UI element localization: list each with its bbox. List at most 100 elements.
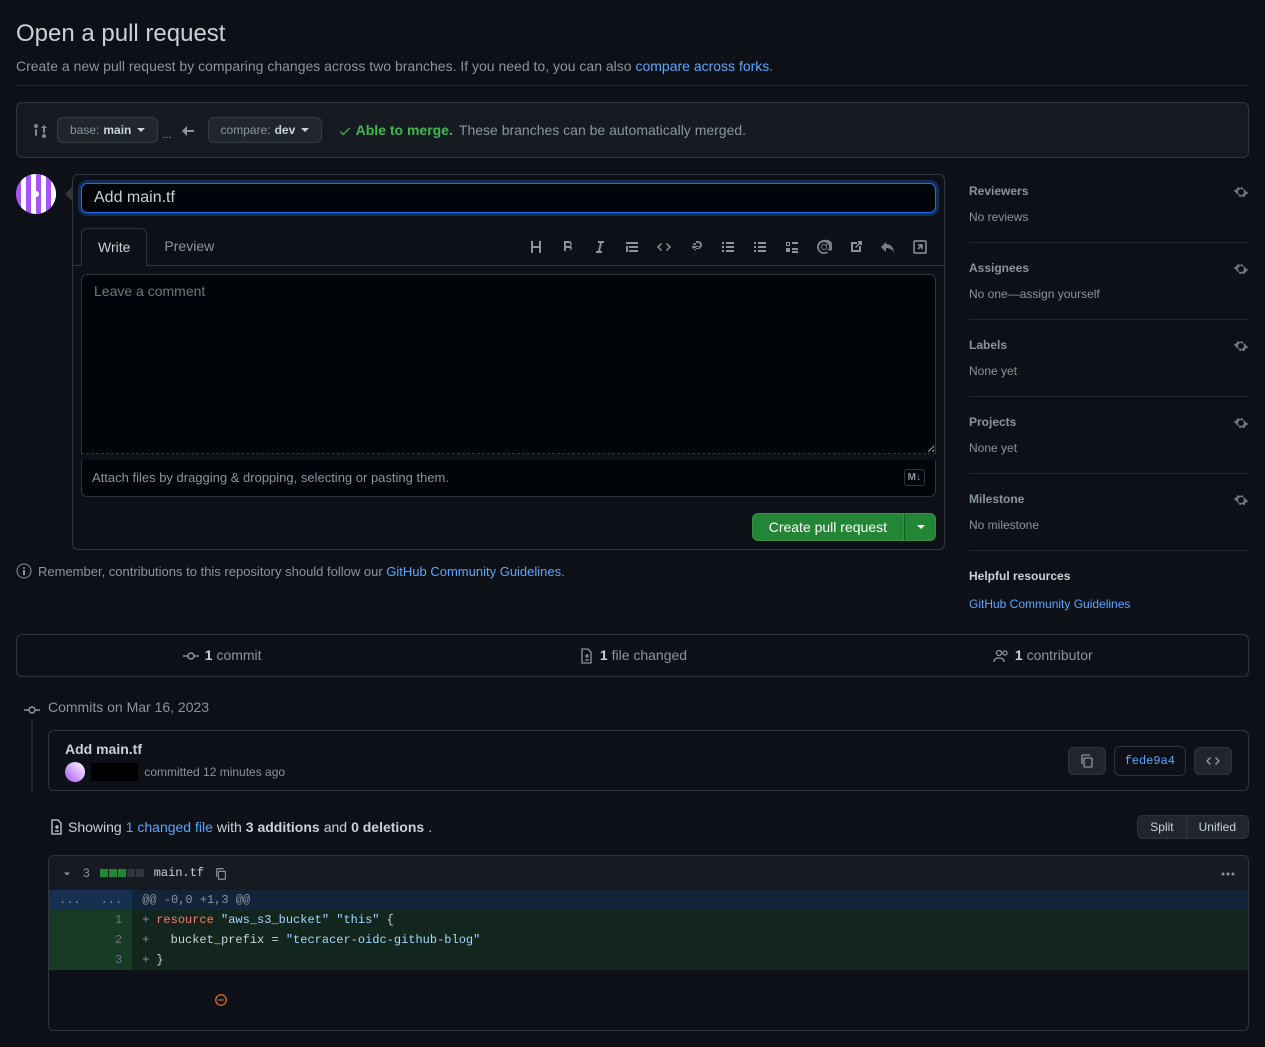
- markdown-icon[interactable]: M↓: [904, 469, 925, 486]
- commit-author[interactable]: user: [91, 763, 138, 781]
- link-icon[interactable]: [684, 232, 708, 261]
- labels-title: Labels: [969, 336, 1007, 354]
- commit-sha-link[interactable]: fede9a4: [1114, 746, 1186, 776]
- showing-text: Showing: [68, 817, 122, 838]
- tok-punc: =: [264, 933, 286, 947]
- projects-body: None yet: [969, 439, 1249, 457]
- milestone-body: No milestone: [969, 516, 1249, 534]
- merge-status: Able to merge. These branches can be aut…: [338, 120, 746, 141]
- sidebar-milestone: Milestone No milestone: [969, 474, 1249, 551]
- diff-line[interactable]: 3 +}: [49, 950, 1248, 970]
- check-icon: [338, 124, 352, 138]
- base-label: base:: [70, 121, 99, 139]
- gear-icon[interactable]: [1233, 336, 1249, 354]
- kebab-icon[interactable]: [1220, 864, 1236, 882]
- compare-forks-link[interactable]: compare across forks: [635, 58, 769, 74]
- gear-icon[interactable]: [1233, 413, 1249, 431]
- avatar[interactable]: [16, 174, 56, 214]
- gear-icon[interactable]: [1233, 259, 1249, 277]
- file-diff-icon: [48, 819, 64, 835]
- sidebar-resources: Helpful resources GitHub Community Guide…: [969, 567, 1249, 614]
- copy-sha-button[interactable]: [1068, 747, 1106, 775]
- tab-write[interactable]: Write: [81, 228, 147, 266]
- assign-yourself-link[interactable]: assign yourself: [1020, 287, 1100, 301]
- avatar-small[interactable]: [65, 762, 85, 782]
- and-text: and: [324, 817, 347, 838]
- tasklist-icon[interactable]: [780, 232, 804, 261]
- guidelines-note: Remember, contributions to this reposito…: [16, 562, 945, 582]
- ol-icon[interactable]: [748, 232, 772, 261]
- tabs-row: Write Preview: [73, 227, 944, 266]
- expand-icon[interactable]: [908, 232, 932, 261]
- sidebar-labels: Labels None yet: [969, 320, 1249, 397]
- line-number: 1: [91, 910, 133, 930]
- compare-branch-select[interactable]: compare: dev: [208, 117, 323, 143]
- create-pr-dropdown[interactable]: [904, 513, 936, 541]
- bold-icon[interactable]: [556, 232, 580, 261]
- info-icon: [16, 563, 32, 579]
- pr-body-textarea[interactable]: [81, 274, 936, 454]
- git-compare-icon: [33, 120, 49, 141]
- gear-icon[interactable]: [1233, 490, 1249, 508]
- diff-filename[interactable]: main.tf: [154, 864, 204, 882]
- changed-files-link[interactable]: 1 changed file: [126, 817, 213, 838]
- additions-text: 3 additions: [246, 817, 320, 838]
- diff-file-header: 3 main.tf: [49, 856, 1248, 890]
- mention-icon[interactable]: [812, 232, 836, 261]
- copy-path-button[interactable]: [214, 864, 228, 882]
- timeline: Commits on Mar 16, 2023 Add main.tf user…: [16, 697, 1249, 791]
- stat-commits[interactable]: 1 commit: [17, 635, 427, 676]
- commit-card: Add main.tf user committed 12 minutes ag…: [48, 730, 1249, 791]
- ellipsis: ...: [162, 127, 171, 144]
- attach-hint: Attach files by dragging & dropping, sel…: [92, 468, 449, 488]
- attach-bar[interactable]: Attach files by dragging & dropping, sel…: [81, 460, 936, 497]
- heading-icon[interactable]: [524, 232, 548, 261]
- tok-attr: bucket_prefix: [156, 933, 264, 947]
- code-icon[interactable]: [652, 232, 676, 261]
- tab-preview[interactable]: Preview: [147, 227, 231, 265]
- italic-icon[interactable]: [588, 232, 612, 261]
- tok-punc: }: [156, 953, 163, 967]
- reply-icon[interactable]: [876, 232, 900, 261]
- chevron-down-icon[interactable]: [61, 864, 73, 882]
- base-branch-select[interactable]: base: main: [57, 117, 158, 143]
- merge-desc: These branches can be automatically merg…: [459, 120, 746, 141]
- diff-count: 3: [83, 864, 90, 882]
- resources-title: Helpful resources: [969, 567, 1249, 585]
- resources-link[interactable]: GitHub Community Guidelines: [969, 597, 1130, 611]
- files-summary: Showing 1 changed file with 3 additions …: [48, 817, 432, 838]
- deletions-text: 0 deletions: [351, 817, 424, 838]
- commit-title-link[interactable]: Add main.tf: [65, 739, 285, 760]
- diff-file: 3 main.tf ...... @@ -0,0 +1,3 @@ 1 +reso…: [48, 855, 1249, 1031]
- create-pr-button[interactable]: Create pull request: [752, 513, 904, 541]
- gear-icon[interactable]: [1233, 182, 1249, 200]
- assignees-body: No one—assign yourself: [969, 285, 1249, 303]
- commit-node-icon: [24, 699, 40, 720]
- diff-line[interactable]: 1 +resource "aws_s3_bucket" "this" {: [49, 910, 1248, 930]
- unified-view-button[interactable]: Unified: [1186, 816, 1248, 838]
- diff-line[interactable]: 2 + bucket_prefix = "tecracer-oidc-githu…: [49, 930, 1248, 950]
- copy-icon: [214, 867, 228, 881]
- actions-row: Create pull request: [73, 505, 944, 549]
- stat-contributors[interactable]: 1 contributor: [838, 635, 1248, 676]
- guidelines-pre: Remember, contributions to this reposito…: [38, 564, 386, 579]
- split-view-button[interactable]: Split: [1138, 816, 1185, 838]
- arrow-left-icon: [176, 120, 200, 141]
- sidebar-projects: Projects None yet: [969, 397, 1249, 474]
- base-value: main: [103, 121, 131, 139]
- copy-icon: [1079, 753, 1095, 769]
- file-diff-icon: [578, 648, 594, 664]
- pr-title-input[interactable]: [81, 183, 936, 213]
- contrib-label: contributor: [1027, 647, 1093, 663]
- hunk-text: @@ -0,0 +1,3 @@: [132, 890, 1248, 910]
- compare-bar: base: main ... compare: dev Able to merg…: [16, 102, 1249, 158]
- crossref-icon[interactable]: [844, 232, 868, 261]
- guidelines-link[interactable]: GitHub Community Guidelines: [386, 564, 561, 579]
- assignees-title: Assignees: [969, 259, 1029, 277]
- browse-code-button[interactable]: [1194, 747, 1232, 775]
- comment-box: Write Preview: [72, 174, 945, 550]
- reviewers-title: Reviewers: [969, 182, 1028, 200]
- quote-icon[interactable]: [620, 232, 644, 261]
- ul-icon[interactable]: [716, 232, 740, 261]
- stat-files[interactable]: 1 file changed: [427, 635, 837, 676]
